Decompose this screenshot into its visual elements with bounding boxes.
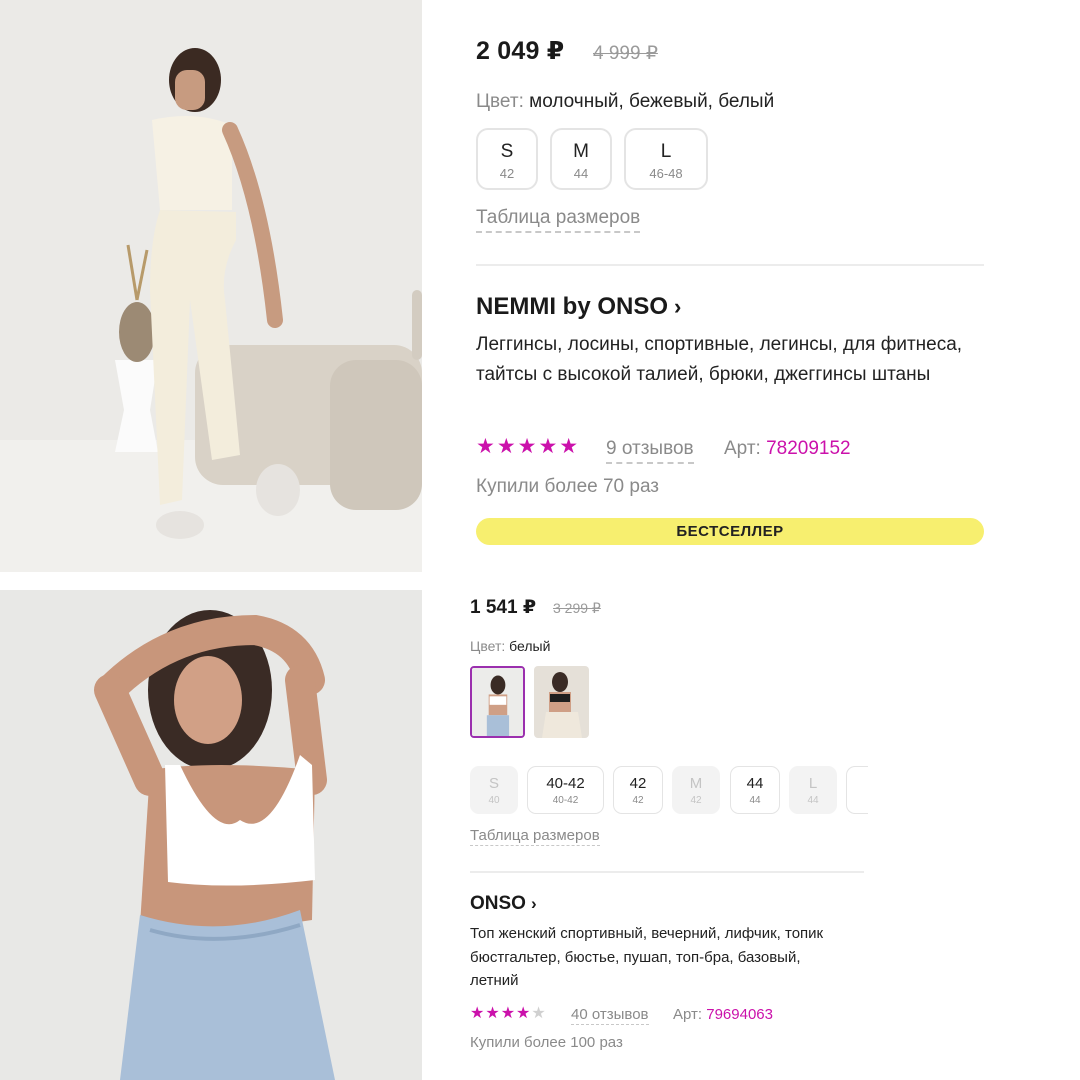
size-ru: 46-48: [649, 166, 683, 181]
size-button-s: S 40: [470, 766, 518, 814]
article-label: Арт:: [724, 438, 761, 459]
product-title: Леггинсы, лосины, спортивные, легинсы, д…: [476, 334, 963, 385]
rating-stars: ★★★★★: [470, 1003, 547, 1023]
reviews-link[interactable]: 9 отзывов: [606, 438, 694, 464]
product-photo-top[interactable]: [0, 590, 422, 1080]
product-card-top: 1 541 ₽ 3 299 ₽ Цвет: белый S 40 40-42 4…: [470, 590, 870, 1080]
size-table-link[interactable]: Таблица размеров: [476, 207, 641, 233]
color-value: молочный, бежевый, белый: [529, 91, 775, 112]
article-number[interactable]: 78209152: [766, 438, 851, 459]
article-label: Арт:: [673, 1006, 703, 1023]
color-line: Цвет: белый: [470, 638, 550, 654]
size-label: S: [500, 141, 514, 162]
size-button-m: M 42: [672, 766, 720, 814]
bought-count: Купили более 100 раз: [470, 1034, 623, 1051]
color-thumbnail-white[interactable]: [470, 666, 525, 738]
chevron-right-icon: ›: [530, 894, 537, 913]
product-photo-leggings[interactable]: [0, 0, 422, 572]
article-line: Арт: 79694063: [673, 1006, 773, 1023]
thumbnail-black-image: [534, 666, 589, 738]
article-number[interactable]: 79694063: [706, 1006, 773, 1023]
size-label: S: [488, 775, 499, 792]
color-label: Цвет:: [470, 638, 506, 654]
leggings-model-image: [0, 0, 422, 572]
size-ru: 42: [690, 795, 702, 806]
product-title: Топ женский спортивный, вечерний, лифчик…: [470, 925, 824, 989]
color-line: Цвет: молочный, бежевый, белый: [476, 91, 774, 113]
size-label: L: [660, 141, 672, 162]
color-thumbnail-black[interactable]: [534, 666, 589, 738]
size-button-m[interactable]: M 44: [550, 128, 612, 190]
brand-name: NEMMI by ONSO: [476, 293, 669, 320]
size-label: M: [689, 775, 703, 792]
size-ru: 44: [807, 795, 819, 806]
current-price: 1 541 ₽: [470, 597, 537, 618]
size-label: 42: [629, 775, 647, 792]
article-line: Арт: 78209152: [724, 438, 851, 460]
size-ru: 44: [749, 795, 761, 806]
size-ru: 44: [573, 166, 589, 181]
size-ru: 42: [632, 795, 644, 806]
size-button-40-42[interactable]: 40-42 40-42: [527, 766, 604, 814]
size-table-link[interactable]: Таблица размеров: [470, 827, 600, 846]
divider: [470, 871, 864, 873]
size-label: L: [808, 775, 818, 792]
brand-name: ONSO: [470, 893, 526, 914]
product-card-leggings: 2 049 ₽ 4 999 ₽ Цвет: молочный, бежевый,…: [476, 0, 986, 572]
rating-stars: ★★★★★: [476, 435, 581, 458]
size-button-44[interactable]: 44 44: [730, 766, 780, 814]
brand-link[interactable]: ONSO ›: [470, 893, 537, 915]
top-model-image: [0, 590, 422, 1080]
size-button-partial[interactable]: [846, 766, 868, 814]
size-button-s[interactable]: S 42: [476, 128, 538, 190]
color-label: Цвет:: [476, 91, 524, 112]
size-button-l[interactable]: L 46-48: [624, 128, 708, 190]
reviews-link[interactable]: 40 отзывов: [571, 1006, 649, 1025]
thumbnail-white-image: [472, 668, 523, 736]
divider: [476, 264, 984, 266]
bestseller-badge: БЕСТСЕЛЛЕР: [476, 518, 984, 545]
size-label: 44: [746, 775, 764, 792]
size-button-l: L 44: [789, 766, 837, 814]
size-ru: 42: [499, 166, 515, 181]
size-button-42[interactable]: 42 42: [613, 766, 663, 814]
bought-count: Купили более 70 раз: [476, 476, 660, 497]
old-price: 3 299 ₽: [553, 600, 601, 616]
color-value: белый: [509, 638, 551, 654]
chevron-right-icon: ›: [674, 294, 682, 319]
brand-link[interactable]: NEMMI by ONSO ›: [476, 293, 681, 321]
current-price: 2 049 ₽: [476, 37, 565, 65]
size-ru: 40: [488, 795, 500, 806]
star-icon-empty: ★: [531, 1005, 547, 1022]
old-price: 4 999 ₽: [593, 43, 658, 64]
size-label: M: [573, 141, 589, 162]
star-icon-filled: ★★★★: [470, 1005, 532, 1022]
size-ru: 40-42: [552, 795, 579, 806]
size-label: 40-42: [546, 775, 585, 792]
